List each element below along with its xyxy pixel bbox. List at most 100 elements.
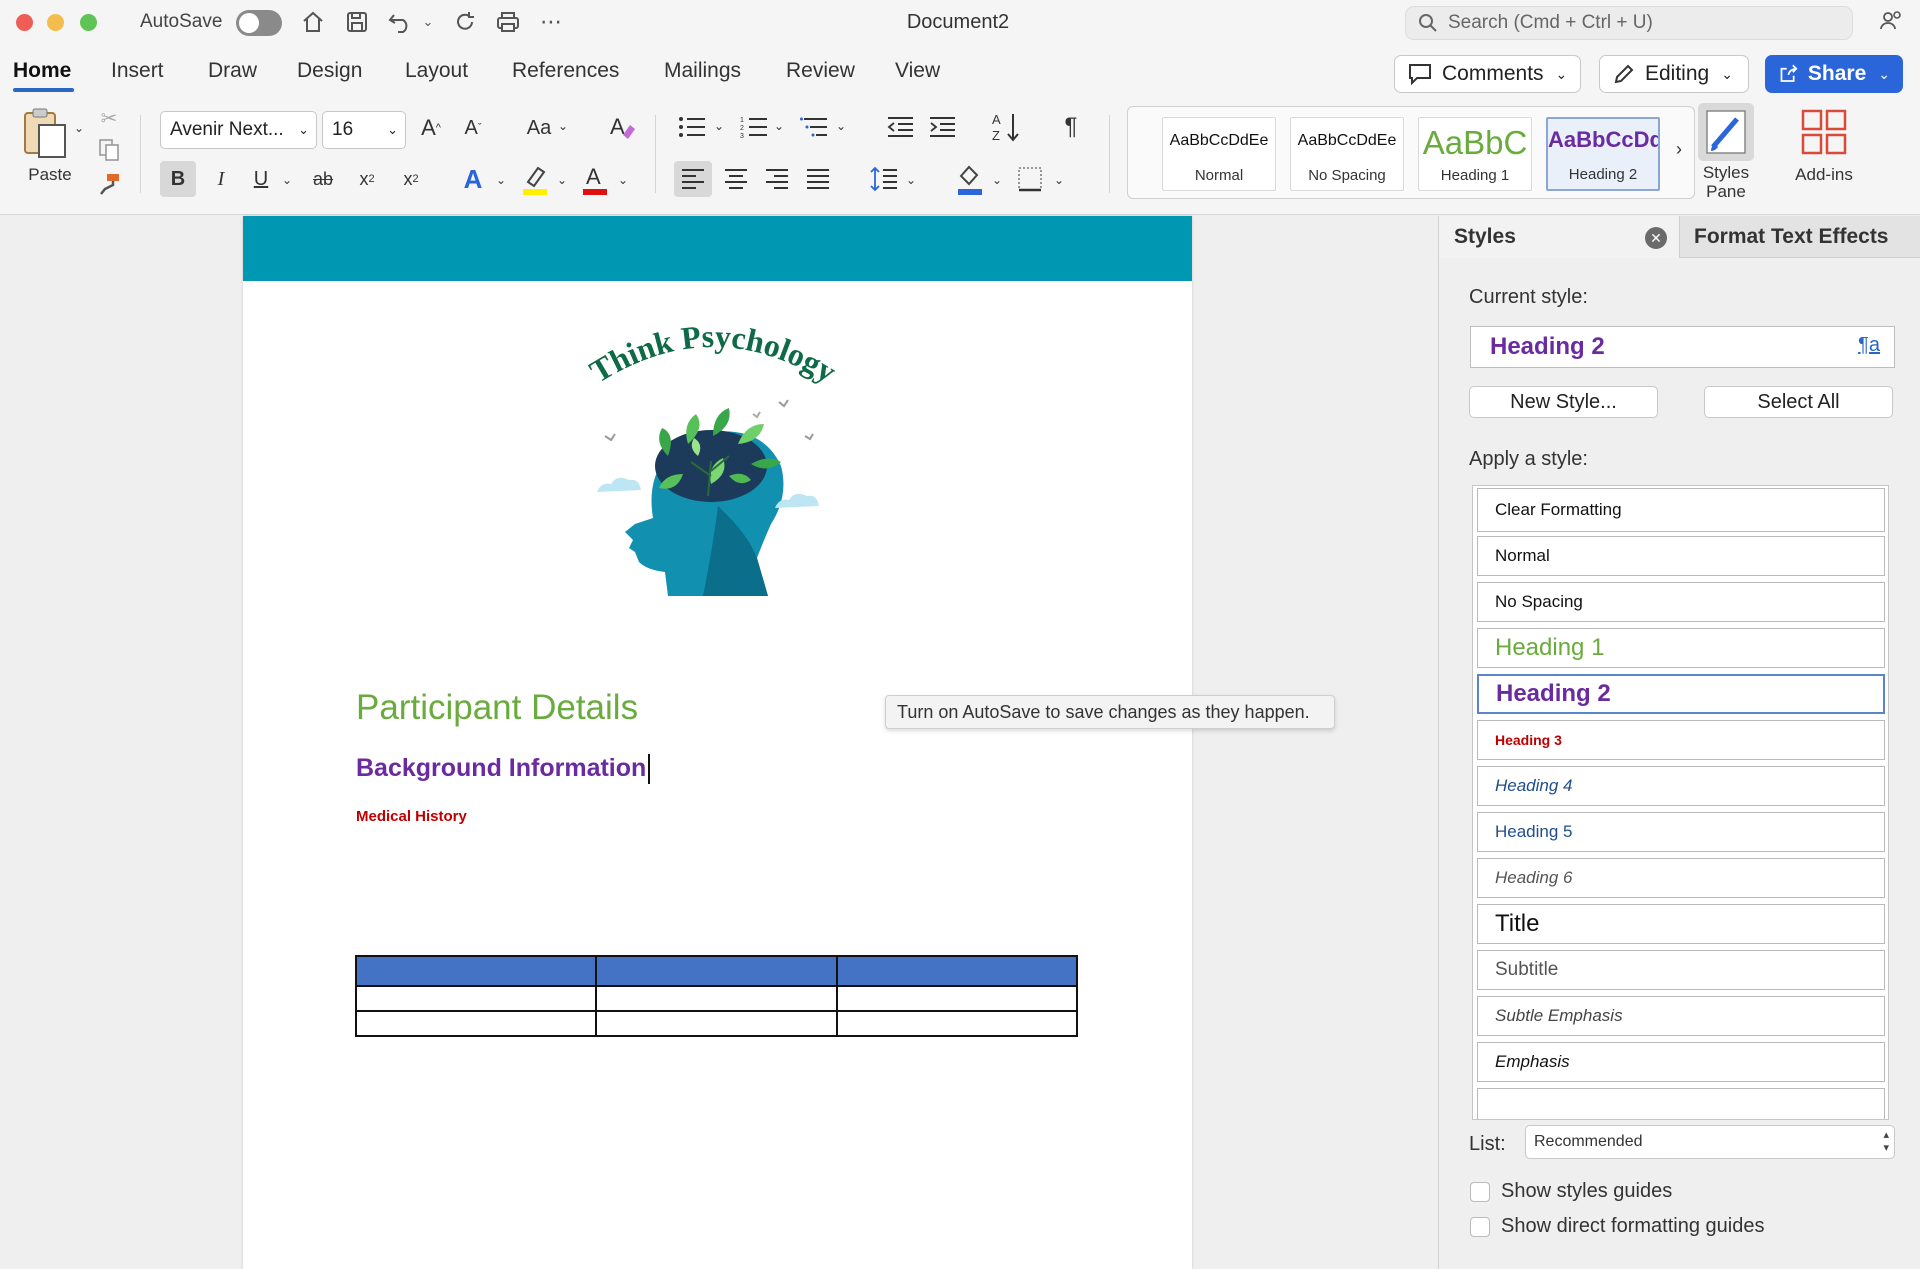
style-item-normal[interactable]: Normal bbox=[1477, 536, 1885, 576]
highlight-chevron-down-icon[interactable]: ⌄ bbox=[555, 173, 569, 187]
pane-tab-styles[interactable]: Styles bbox=[1439, 216, 1679, 258]
align-center-button[interactable] bbox=[718, 161, 754, 197]
change-case-chevron-down-icon[interactable]: ⌄ bbox=[556, 119, 570, 133]
pane-tab-format-text-effects[interactable]: Format Text Effects bbox=[1679, 216, 1920, 258]
borders-chevron-down-icon[interactable]: ⌄ bbox=[1052, 173, 1066, 187]
underline-button[interactable]: U bbox=[246, 161, 276, 197]
font-name-select[interactable]: Avenir Next... ⌄ bbox=[160, 111, 317, 149]
undo-chevron-down-icon[interactable]: ⌄ bbox=[418, 8, 438, 36]
paste-chevron-down-icon[interactable]: ⌄ bbox=[72, 121, 86, 135]
more-options-icon[interactable]: ⋯ bbox=[536, 8, 566, 36]
zoom-window-button[interactable] bbox=[80, 14, 97, 31]
increase-indent-icon[interactable] bbox=[926, 111, 958, 143]
font-size-select[interactable]: 16 ⌄ bbox=[322, 111, 406, 149]
account-icon[interactable] bbox=[1874, 8, 1908, 36]
decrease-font-size-icon[interactable]: Aˇ bbox=[458, 113, 488, 143]
list-filter-select[interactable]: Recommended ▴ ▾ bbox=[1525, 1125, 1895, 1159]
tab-view[interactable]: View bbox=[895, 59, 940, 83]
gallery-next-chevron-icon[interactable]: › bbox=[1670, 137, 1688, 161]
style-item-title[interactable]: Title bbox=[1477, 904, 1885, 944]
style-item-subtitle[interactable]: Subtitle bbox=[1477, 950, 1885, 990]
print-icon[interactable] bbox=[493, 8, 523, 36]
tab-references[interactable]: References bbox=[512, 59, 619, 83]
style-item-heading-6[interactable]: Heading 6 bbox=[1477, 858, 1885, 898]
add-ins-icon[interactable] bbox=[1796, 105, 1852, 159]
style-item-heading-3[interactable]: Heading 3 bbox=[1477, 720, 1885, 760]
style-item-clear-formatting[interactable]: Clear Formatting bbox=[1477, 488, 1885, 532]
editing-button[interactable]: Editing ⌄ bbox=[1599, 55, 1749, 93]
gallery-style-normal[interactable]: AaBbCcDdEe Normal bbox=[1162, 117, 1276, 191]
style-inspector-icon[interactable]: ¶a bbox=[1858, 334, 1880, 357]
table-cell[interactable] bbox=[354, 985, 598, 1012]
italic-button[interactable]: I bbox=[206, 161, 236, 197]
table-cell[interactable] bbox=[595, 985, 838, 1012]
redo-icon[interactable] bbox=[450, 8, 480, 36]
style-item-partial[interactable] bbox=[1477, 1088, 1885, 1119]
comments-button[interactable]: Comments ⌄ bbox=[1394, 55, 1581, 93]
close-window-button[interactable] bbox=[16, 14, 33, 31]
tab-home[interactable]: Home bbox=[13, 59, 71, 83]
style-item-heading-5[interactable]: Heading 5 bbox=[1477, 812, 1885, 852]
align-right-button[interactable] bbox=[759, 161, 795, 197]
home-icon[interactable] bbox=[298, 8, 328, 36]
style-item-subtle-emphasis[interactable]: Subtle Emphasis bbox=[1477, 996, 1885, 1036]
bullets-icon[interactable] bbox=[676, 111, 708, 143]
highlight-color-icon[interactable] bbox=[518, 159, 552, 199]
search-input[interactable]: Search (Cmd + Ctrl + U) bbox=[1405, 6, 1853, 40]
font-color-icon[interactable]: A bbox=[578, 159, 612, 199]
heading-participant-details[interactable]: Participant Details bbox=[356, 688, 638, 728]
select-all-button[interactable]: Select All bbox=[1704, 386, 1893, 418]
gallery-style-heading-1[interactable]: AaBbC Heading 1 bbox=[1418, 117, 1532, 191]
copy-icon[interactable] bbox=[96, 137, 122, 163]
table-cell[interactable] bbox=[835, 985, 1079, 1012]
style-item-heading-2[interactable]: Heading 2 bbox=[1477, 674, 1885, 714]
tab-insert[interactable]: Insert bbox=[111, 59, 164, 83]
multilevel-list-icon[interactable] bbox=[798, 111, 830, 143]
show-styles-guides-checkbox[interactable] bbox=[1470, 1182, 1490, 1202]
subscript-button[interactable]: x2 bbox=[352, 161, 382, 197]
text-effects-chevron-down-icon[interactable]: ⌄ bbox=[494, 173, 508, 187]
increase-font-size-icon[interactable]: A ^ bbox=[416, 113, 446, 143]
table-cell[interactable] bbox=[354, 1010, 598, 1037]
cut-icon[interactable]: ✂ bbox=[96, 105, 122, 131]
borders-icon[interactable] bbox=[1014, 161, 1046, 197]
show-direct-formatting-guides-checkbox[interactable] bbox=[1470, 1217, 1490, 1237]
strikethrough-button[interactable]: ab bbox=[306, 161, 340, 197]
autosave-toggle[interactable] bbox=[236, 10, 282, 36]
tab-draw[interactable]: Draw bbox=[208, 59, 257, 83]
tab-review[interactable]: Review bbox=[786, 59, 855, 83]
gallery-style-no-spacing[interactable]: AaBbCcDdEe No Spacing bbox=[1290, 117, 1404, 191]
tab-design[interactable]: Design bbox=[297, 59, 362, 83]
line-spacing-chevron-down-icon[interactable]: ⌄ bbox=[904, 173, 918, 187]
tab-layout[interactable]: Layout bbox=[405, 59, 468, 83]
table-cell[interactable] bbox=[595, 1010, 838, 1037]
table-cell[interactable] bbox=[835, 1010, 1079, 1037]
clear-formatting-icon[interactable]: A bbox=[606, 111, 638, 143]
close-icon[interactable]: ✕ bbox=[1645, 227, 1667, 249]
current-style-field[interactable]: Heading 2 ¶a bbox=[1470, 326, 1895, 368]
document-table[interactable] bbox=[354, 955, 1079, 1037]
show-formatting-marks-icon[interactable]: ¶ bbox=[1056, 111, 1086, 143]
gallery-style-heading-2[interactable]: AaBbCcDd Heading 2 bbox=[1546, 117, 1660, 191]
paste-icon[interactable] bbox=[18, 105, 74, 163]
table-cell[interactable] bbox=[354, 955, 598, 987]
sort-icon[interactable]: AZ bbox=[990, 109, 1024, 145]
superscript-button[interactable]: x2 bbox=[396, 161, 426, 197]
numbering-chevron-down-icon[interactable]: ⌄ bbox=[772, 119, 786, 133]
align-left-button[interactable] bbox=[674, 161, 712, 197]
heading-medical-history[interactable]: Medical History bbox=[356, 808, 467, 825]
multilevel-chevron-down-icon[interactable]: ⌄ bbox=[834, 119, 848, 133]
table-cell[interactable] bbox=[595, 955, 838, 987]
undo-icon[interactable] bbox=[386, 8, 416, 36]
text-effects-icon[interactable]: A bbox=[456, 161, 490, 197]
bold-button[interactable]: B bbox=[160, 161, 196, 197]
shading-icon[interactable] bbox=[953, 159, 987, 199]
numbering-icon[interactable]: 123 bbox=[738, 111, 770, 143]
style-item-emphasis[interactable]: Emphasis bbox=[1477, 1042, 1885, 1082]
tab-mailings[interactable]: Mailings bbox=[664, 59, 741, 83]
new-style-button[interactable]: New Style... bbox=[1469, 386, 1658, 418]
shading-chevron-down-icon[interactable]: ⌄ bbox=[990, 173, 1004, 187]
line-spacing-icon[interactable] bbox=[868, 161, 900, 197]
document-page[interactable]: Think Psychology Participant Details Bac… bbox=[243, 216, 1192, 1269]
style-item-heading-1[interactable]: Heading 1 bbox=[1477, 628, 1885, 668]
